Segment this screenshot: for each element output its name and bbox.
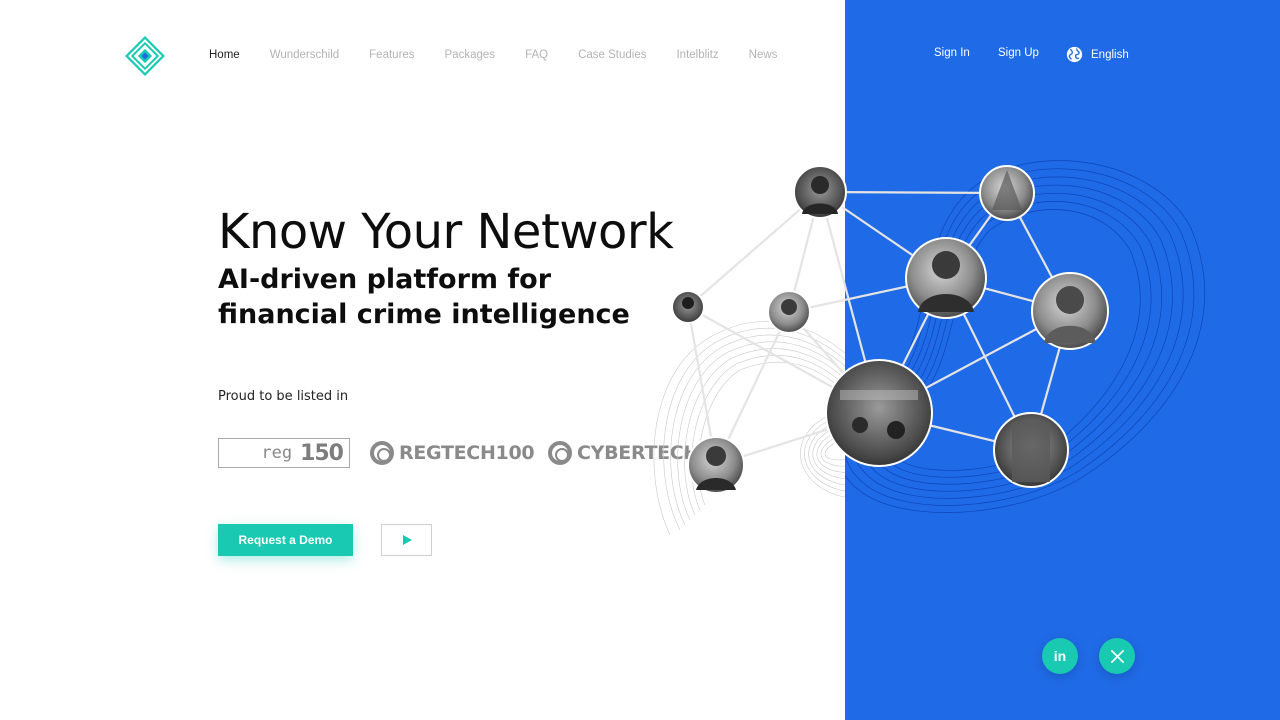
reg-logo-number: 150 [300, 440, 344, 466]
regtech100-text: REGTECH100 [399, 442, 535, 464]
person-avatar-5 [767, 290, 811, 334]
request-demo-button[interactable]: Request a Demo [218, 524, 353, 556]
regtech100-logo: REGTECH100 [370, 436, 535, 470]
network-graph-illustration [653, 160, 1205, 536]
nav-item-news[interactable]: News [749, 49, 778, 61]
sign-in-link[interactable]: Sign In [934, 47, 970, 59]
reg-logo-text: reg [261, 443, 293, 463]
language-selector[interactable]: English [1066, 46, 1129, 63]
cybertech-ring-icon [548, 441, 572, 465]
nav-item-features[interactable]: Features [369, 49, 414, 61]
hero-title: Know Your Network [218, 204, 674, 260]
person-avatar-2 [905, 237, 987, 319]
building-photo-1 [979, 165, 1035, 221]
nav-item-packages[interactable]: Packages [445, 49, 496, 61]
hero-subtitle: AI-driven platform for financial crime i… [218, 264, 630, 330]
company-logo[interactable] [124, 35, 166, 77]
play-icon [403, 535, 412, 545]
sign-up-link[interactable]: Sign Up [998, 47, 1039, 59]
person-avatar-3 [1031, 272, 1109, 350]
language-label: English [1091, 48, 1129, 61]
main-nav: Home Wunderschild Features Packages FAQ … [209, 48, 807, 62]
person-avatar-6 [687, 436, 745, 494]
nav-item-home[interactable]: Home [209, 49, 240, 61]
regtech-ring-icon [370, 441, 394, 465]
person-avatar-1 [793, 165, 847, 219]
person-avatar-4 [671, 290, 705, 324]
reg-150-logo: reg 150 [218, 438, 350, 468]
linkedin-button[interactable]: in [1042, 638, 1078, 674]
building-photo-2 [993, 412, 1069, 488]
office-meeting-photo [825, 359, 933, 467]
partner-logos: reg 150 REGTECH100 CYBERTECH [218, 436, 693, 470]
play-video-button[interactable] [381, 524, 432, 556]
nav-item-intelblitz[interactable]: Intelblitz [676, 49, 718, 61]
nav-item-faq[interactable]: FAQ [525, 49, 548, 61]
listed-in-label: Proud to be listed in [218, 389, 349, 404]
globe-icon [1066, 46, 1083, 63]
x-icon [1110, 649, 1124, 663]
x-twitter-button[interactable] [1099, 638, 1135, 674]
linkedin-icon: in [1053, 648, 1067, 664]
nav-item-wunderschild[interactable]: Wunderschild [270, 49, 339, 61]
nav-item-case-studies[interactable]: Case Studies [578, 49, 646, 61]
